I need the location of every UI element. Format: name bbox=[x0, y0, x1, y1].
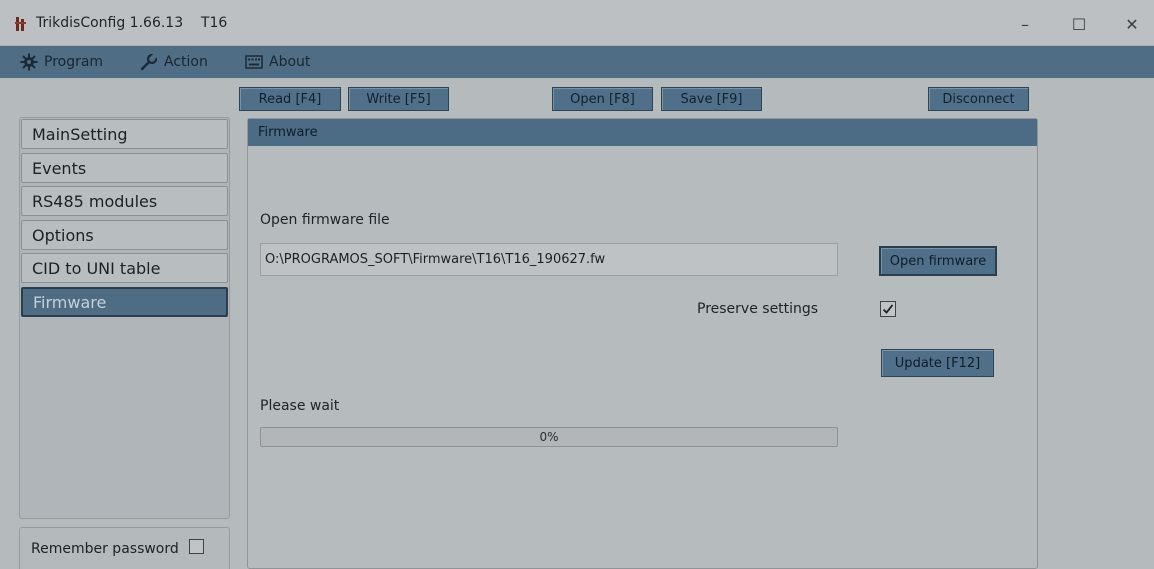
maximize-button[interactable]: ☐ bbox=[1057, 10, 1101, 38]
sidebar-item-label: Options bbox=[32, 225, 94, 245]
panel-header: Firmware bbox=[248, 119, 1037, 146]
close-icon: ✕ bbox=[1125, 14, 1139, 34]
preserve-settings-checkbox[interactable] bbox=[880, 301, 896, 317]
sidebar-item-mainsetting[interactable]: MainSetting bbox=[21, 119, 228, 149]
remember-password-checkbox[interactable] bbox=[189, 539, 204, 554]
open-button[interactable]: Open [F8] bbox=[552, 87, 653, 111]
preserve-settings-label: Preserve settings bbox=[697, 301, 819, 317]
menu-program-label: Program bbox=[44, 54, 104, 70]
write-button[interactable]: Write [F5] bbox=[348, 87, 449, 111]
menu-about[interactable]: About bbox=[245, 46, 310, 78]
minimize-icon: – bbox=[1021, 14, 1029, 34]
title-bar: TrikdisConfig 1.66.13 T16 – ☐ ✕ bbox=[0, 0, 1154, 46]
sidebar: MainSetting Events RS485 modules Options… bbox=[19, 117, 230, 519]
read-button[interactable]: Read [F4] bbox=[239, 87, 341, 111]
sidebar-item-events[interactable]: Events bbox=[21, 153, 228, 183]
wrench-icon bbox=[140, 53, 158, 71]
remember-password-panel: Remember password bbox=[19, 527, 230, 569]
save-button[interactable]: Save [F9] bbox=[661, 87, 762, 111]
firmware-panel: Firmware Open firmware file Open firmwar… bbox=[247, 118, 1038, 569]
update-button[interactable]: Update [F12] bbox=[881, 349, 994, 377]
firmware-file-label: Open firmware file bbox=[260, 212, 390, 228]
menu-program[interactable]: Program bbox=[20, 46, 103, 78]
sidebar-item-rs485-modules[interactable]: RS485 modules bbox=[21, 186, 228, 216]
sidebar-item-label: CID to UNI table bbox=[32, 258, 161, 278]
remember-password-label: Remember password bbox=[31, 541, 179, 557]
maximize-icon: ☐ bbox=[1071, 14, 1087, 34]
keyboard-icon bbox=[245, 55, 263, 69]
progress-text: 0% bbox=[539, 430, 559, 444]
minimize-button[interactable]: – bbox=[1003, 10, 1047, 38]
menu-bar: Program Action About bbox=[0, 46, 1154, 78]
sidebar-item-label: RS485 modules bbox=[32, 191, 158, 211]
sidebar-item-firmware[interactable]: Firmware bbox=[21, 287, 228, 317]
app-logo-icon bbox=[15, 17, 26, 31]
menu-action[interactable]: Action bbox=[140, 46, 208, 78]
sidebar-item-label: Events bbox=[32, 158, 87, 178]
sidebar-item-label: Firmware bbox=[33, 292, 107, 312]
menu-action-label: Action bbox=[164, 54, 208, 70]
open-firmware-button[interactable]: Open firmware bbox=[879, 246, 997, 276]
menu-about-label: About bbox=[269, 54, 311, 70]
sidebar-item-label: MainSetting bbox=[32, 124, 128, 144]
firmware-file-input[interactable] bbox=[260, 243, 838, 276]
gear-icon bbox=[20, 53, 38, 71]
sidebar-item-options[interactable]: Options bbox=[21, 220, 228, 250]
sidebar-item-cid-to-uni-table[interactable]: CID to UNI table bbox=[21, 253, 228, 283]
progress-bar: 0% bbox=[260, 427, 838, 447]
disconnect-button[interactable]: Disconnect bbox=[928, 87, 1029, 111]
window-title: TrikdisConfig 1.66.13 T16 bbox=[36, 15, 228, 31]
please-wait-label: Please wait bbox=[260, 398, 340, 414]
checkmark-icon bbox=[882, 304, 894, 314]
close-button[interactable]: ✕ bbox=[1110, 10, 1154, 38]
